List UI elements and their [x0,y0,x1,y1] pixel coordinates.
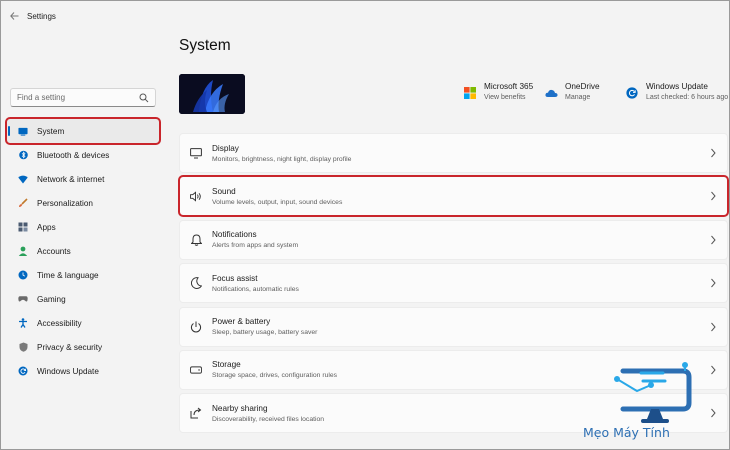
moon-icon [190,277,202,290]
microsoft-365-icon [464,86,476,99]
system-icon [18,126,28,136]
chevron-right-icon [711,235,716,245]
device-wallpaper-thumbnail [179,74,245,114]
quick-subtitle: Manage [565,94,591,101]
sidebar-item-label: Apps [37,222,56,232]
sidebar-item-label: Time & language [37,270,99,280]
watermark-text: Mẹo Máy Tính [583,425,670,440]
card-title: Power & battery [212,317,271,327]
monitor-logo-icon [614,362,692,423]
sidebar-item-label: Privacy & security [37,342,103,352]
onedrive-tile[interactable]: OneDrive Manage [545,82,600,101]
card-subtitle: Storage space, drives, configuration rul… [212,372,338,380]
title-bar: Settings [1,1,729,31]
sidebar-item-label: Network & internet [37,174,105,184]
share-icon [190,407,202,419]
watermark-logo: Mẹo Máy Tính [583,359,723,447]
search-icon[interactable] [139,93,149,103]
display-icon [190,147,202,159]
card-subtitle: Alerts from apps and system [212,242,299,250]
card-subtitle: Sleep, battery usage, battery saver [212,329,318,337]
sidebar: System Bluetooth & devices Network & int… [1,31,171,450]
sidebar-item-label: System [37,126,65,136]
card-title: Display [212,143,239,153]
back-arrow-icon [9,12,18,20]
quick-subtitle: View benefits [484,94,526,101]
speaker-icon [190,190,202,202]
accessibility-icon [18,318,28,328]
windows-update-icon [626,86,638,99]
apps-icon [18,222,28,232]
chevron-right-icon [711,148,716,158]
brush-icon [18,198,28,208]
card-title: Nearby sharing [212,403,268,413]
page-title: System [179,37,231,54]
chevron-right-icon [711,278,716,288]
card-title: Focus assist [212,273,258,283]
sidebar-item-label: Accessibility [37,318,82,328]
sidebar-item-time-language[interactable]: Time & language [7,263,159,287]
controller-icon [18,294,28,304]
card-subtitle: Discoverability, received files location [212,415,325,423]
card-title: Notifications [212,230,257,240]
chevron-right-icon [711,322,716,331]
nav-list: System Bluetooth & devices Network & int… [5,117,161,383]
search-input[interactable] [17,93,139,102]
sidebar-item-accessibility[interactable]: Accessibility [7,311,159,335]
sidebar-item-label: Bluetooth & devices [37,150,110,160]
card-focus-assist[interactable]: Focus assist Notifications, automatic ru… [179,263,728,304]
sidebar-item-network[interactable]: Network & internet [7,167,159,191]
card-subtitle: Notifications, automatic rules [212,285,299,293]
card-display[interactable]: Display Monitors, brightness, night ligh… [179,133,728,173]
sidebar-item-bluetooth[interactable]: Bluetooth & devices [7,143,159,167]
bell-icon [190,234,202,246]
chevron-right-icon [711,192,716,201]
shield-icon [18,342,28,352]
update-icon [18,366,28,376]
sidebar-item-personalization[interactable]: Personalization [7,191,159,215]
sidebar-item-label: Accounts [37,246,71,256]
power-icon [190,321,202,333]
microsoft-365-tile[interactable]: Microsoft 365 View benefits [464,82,533,101]
card-subtitle: Volume levels, output, input, sound devi… [212,198,343,206]
storage-icon [190,364,202,376]
person-icon [18,246,28,256]
card-title: Sound [212,186,236,196]
globe-clock-icon [18,270,28,280]
bluetooth-icon [18,150,28,160]
onedrive-icon [545,86,558,98]
sidebar-item-label: Windows Update [37,366,99,376]
sidebar-item-windows-update[interactable]: Windows Update [7,359,159,383]
quick-title: OneDrive [565,82,600,91]
card-title: Storage [212,360,241,370]
card-notifications[interactable]: Notifications Alerts from apps and syste… [179,219,728,260]
quick-title: Microsoft 365 [484,82,534,91]
sidebar-item-apps[interactable]: Apps [7,215,159,239]
search-box[interactable] [10,88,156,107]
card-subtitle: Monitors, brightness, night light, displ… [212,155,352,163]
back-button[interactable] [1,1,27,31]
sidebar-item-label: Gaming [37,294,66,304]
card-sound[interactable]: Sound Volume levels, output, input, soun… [178,175,729,218]
sidebar-item-label: Personalization [37,198,93,208]
sidebar-item-accounts[interactable]: Accounts [7,239,159,263]
window-title: Settings [27,11,56,21]
windows-update-tile[interactable]: Windows Update Last checked: 6 hours ago [626,82,728,101]
sidebar-item-gaming[interactable]: Gaming [7,287,159,311]
quick-title: Windows Update [646,82,708,91]
wifi-icon [18,174,28,184]
card-power-battery[interactable]: Power & battery Sleep, battery usage, ba… [179,306,728,347]
quick-subtitle: Last checked: 6 hours ago [646,94,729,101]
sidebar-item-privacy[interactable]: Privacy & security [7,335,159,359]
sidebar-item-system[interactable]: System [5,117,161,145]
